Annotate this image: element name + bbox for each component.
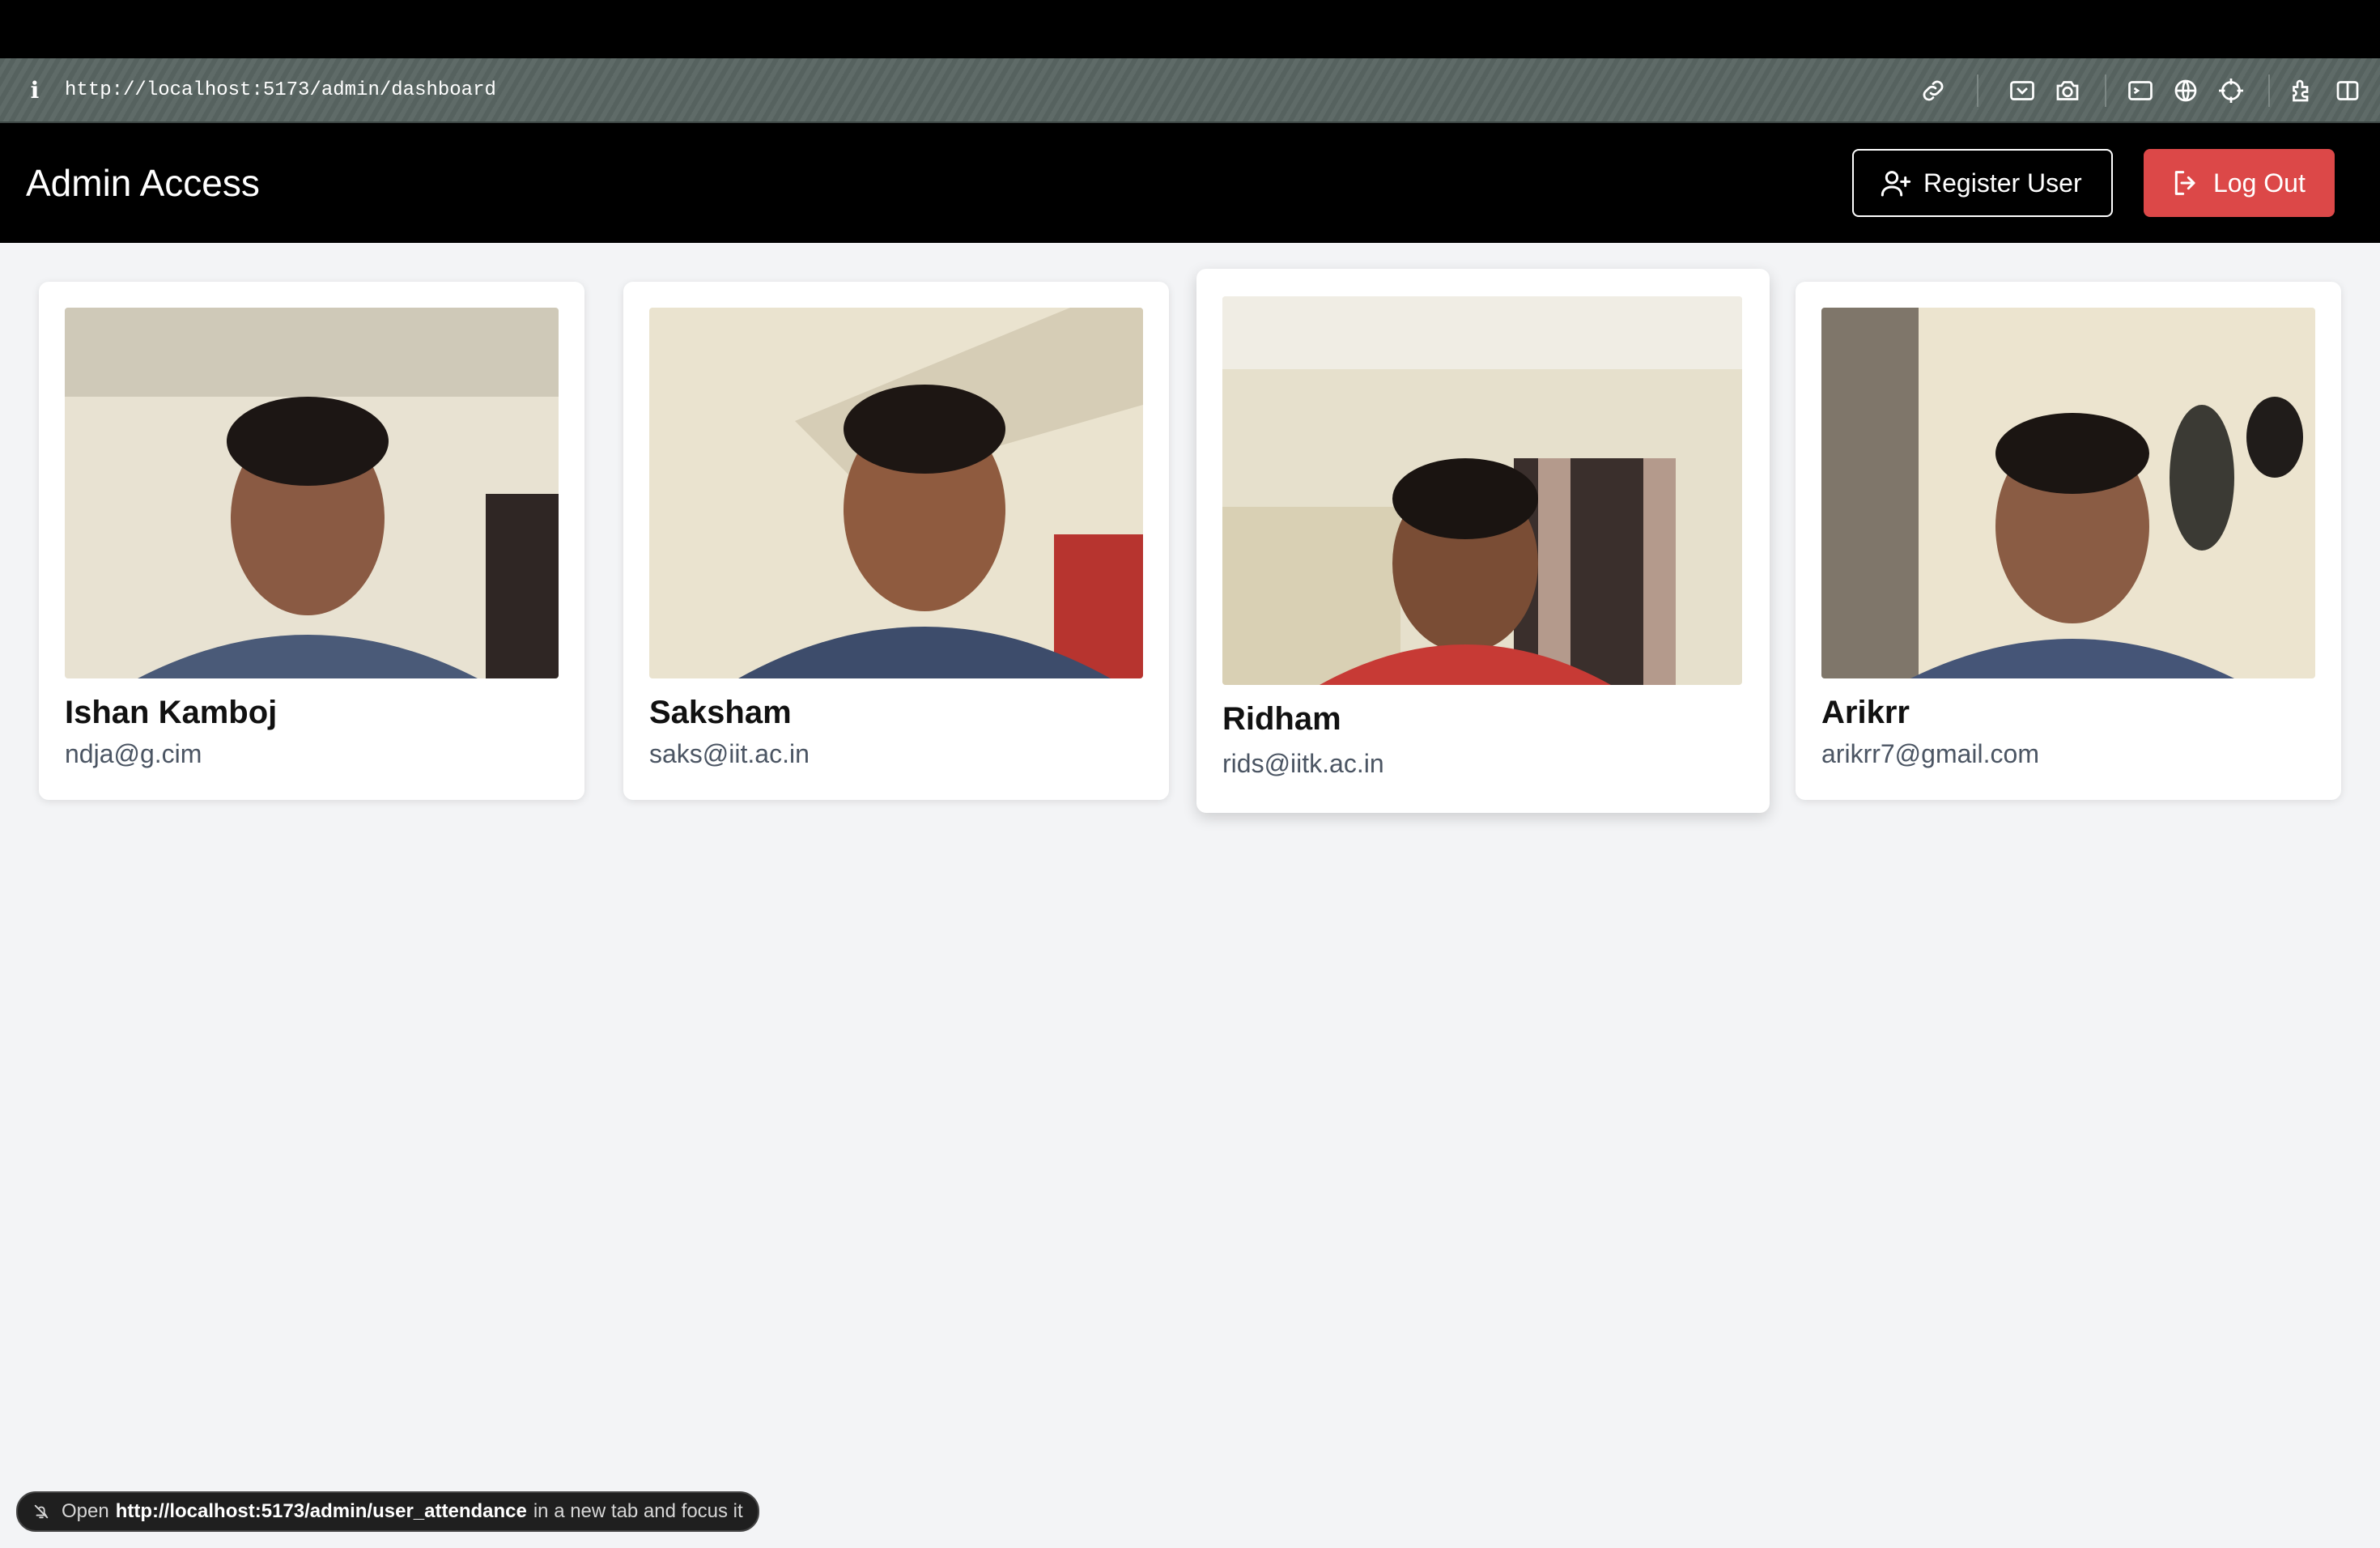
bell-off-icon: [34, 1504, 49, 1519]
camera-icon[interactable]: [2053, 76, 2082, 105]
toolbar-divider: [2268, 74, 2270, 107]
register-user-label: Register User: [1923, 168, 2082, 198]
url-text[interactable]: http://localhost:5173/admin/dashboard: [65, 78, 496, 104]
status-link: http://localhost:5173/admin/user_attenda…: [115, 1500, 527, 1522]
page-title: Admin Access: [26, 162, 260, 204]
info-icon[interactable]: i: [28, 76, 42, 105]
admin-navbar: Admin Access Register User Log Out: [0, 123, 2380, 243]
user-name: Arikrr: [1821, 695, 1910, 730]
user-photo: [1821, 308, 2315, 678]
extensions-icon[interactable]: [2288, 76, 2317, 105]
user-name: Saksham: [649, 695, 792, 730]
user-card[interactable]: Ishan Kamboj ndja@g.cim: [39, 282, 584, 800]
user-email: saks@iit.ac.in: [649, 739, 810, 768]
link-icon[interactable]: [1919, 76, 1948, 105]
link-status-tooltip: Open http://localhost:5173/admin/user_at…: [16, 1491, 759, 1532]
sidebar-icon[interactable]: [2333, 76, 2362, 105]
user-email: ndja@g.cim: [65, 739, 202, 768]
user-photo: [1222, 296, 1742, 685]
user-email: arikrr7@gmail.com: [1821, 739, 2039, 768]
user-photo: [649, 308, 1143, 678]
screenshot-area-icon[interactable]: [2008, 76, 2037, 105]
logout-icon: [2174, 171, 2195, 195]
globe-icon[interactable]: [2171, 76, 2200, 105]
user-card[interactable]: Ridham rids@iitk.ac.in: [1196, 269, 1770, 813]
window-titlebar: [0, 0, 2380, 58]
toolbar-divider: [1977, 74, 1978, 107]
browser-address-bar: i http://localhost:5173/admin/dashboard: [0, 58, 2380, 123]
logout-label: Log Out: [2213, 168, 2306, 198]
terminal-icon[interactable]: [2126, 76, 2155, 105]
user-card[interactable]: Saksham saks@iit.ac.in: [623, 282, 1169, 800]
user-plus-icon: [1881, 171, 1911, 197]
status-suffix: in a new tab and focus it: [533, 1500, 743, 1522]
logout-button[interactable]: Log Out: [2144, 149, 2335, 217]
user-email: rids@iitk.ac.in: [1222, 749, 1384, 778]
register-user-button[interactable]: Register User: [1852, 149, 2113, 217]
user-photo: [65, 308, 559, 678]
crosshair-icon[interactable]: [2216, 76, 2246, 105]
user-name: Ishan Kamboj: [65, 695, 278, 730]
user-name: Ridham: [1222, 701, 1341, 737]
status-prefix: Open: [62, 1500, 109, 1522]
toolbar-divider: [2105, 74, 2106, 107]
user-card[interactable]: Arikrr arikrr7@gmail.com: [1796, 282, 2341, 800]
